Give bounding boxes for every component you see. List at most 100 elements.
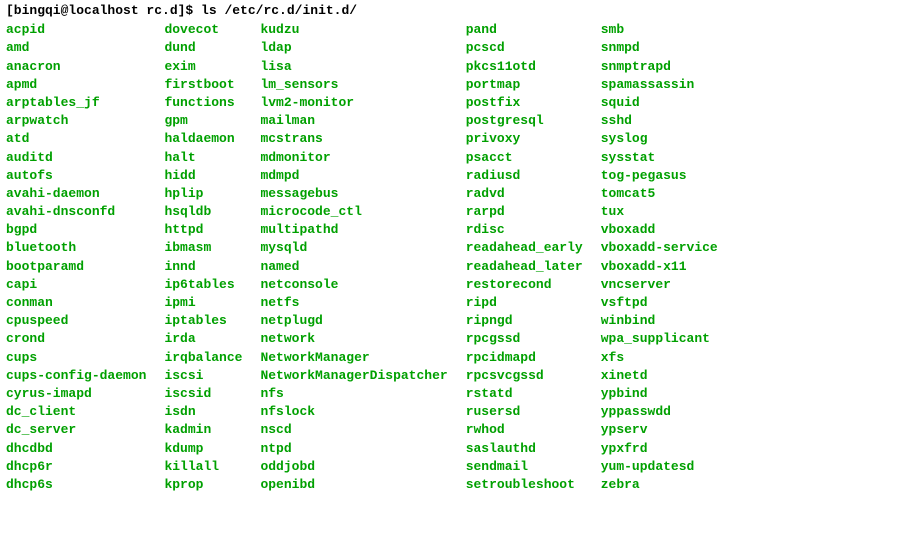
- listing-entry: vsftpd: [601, 294, 718, 312]
- listing-entry: radvd: [466, 185, 583, 203]
- listing-entry: xfs: [601, 349, 718, 367]
- listing-entry: rarpd: [466, 203, 583, 221]
- listing-entry: ypserv: [601, 421, 718, 439]
- listing-entry: ip6tables: [164, 276, 242, 294]
- listing-entry: amd: [6, 39, 146, 57]
- listing-entry: mcstrans: [260, 130, 447, 148]
- listing-entry: NetworkManager: [260, 349, 447, 367]
- listing-entry: yum-updatesd: [601, 458, 718, 476]
- listing-entry: messagebus: [260, 185, 447, 203]
- listing-entry: dovecot: [164, 21, 242, 39]
- listing-entry: syslog: [601, 130, 718, 148]
- listing-entry: yppasswdd: [601, 403, 718, 421]
- listing-entry: isdn: [164, 403, 242, 421]
- listing-entry: rstatd: [466, 385, 583, 403]
- listing-entry: microcode_ctl: [260, 203, 447, 221]
- listing-column: pandpcscdpkcs11otdportmappostfixpostgres…: [466, 21, 583, 494]
- listing-entry: ypxfrd: [601, 440, 718, 458]
- listing-entry: openibd: [260, 476, 447, 494]
- listing-entry: spamassassin: [601, 76, 718, 94]
- shell-command: ls /etc/rc.d/init.d/: [201, 3, 357, 18]
- listing-entry: rpcidmapd: [466, 349, 583, 367]
- listing-entry: dc_server: [6, 421, 146, 439]
- listing-entry: ripd: [466, 294, 583, 312]
- listing-entry: lm_sensors: [260, 76, 447, 94]
- listing-entry: snmpd: [601, 39, 718, 57]
- listing-entry: pcscd: [466, 39, 583, 57]
- listing-entry: bootparamd: [6, 258, 146, 276]
- listing-entry: avahi-dnsconfd: [6, 203, 146, 221]
- listing-entry: rpcgssd: [466, 330, 583, 348]
- listing-entry: crond: [6, 330, 146, 348]
- listing-entry: saslauthd: [466, 440, 583, 458]
- listing-entry: irda: [164, 330, 242, 348]
- listing-entry: pkcs11otd: [466, 58, 583, 76]
- listing-entry: firstboot: [164, 76, 242, 94]
- listing-entry: hplip: [164, 185, 242, 203]
- listing-entry: tog-pegasus: [601, 167, 718, 185]
- listing-entry: hsqldb: [164, 203, 242, 221]
- shell-prompt: [bingqi@localhost rc.d]$: [6, 3, 201, 18]
- listing-entry: pand: [466, 21, 583, 39]
- listing-entry: setroubleshoot: [466, 476, 583, 494]
- listing-entry: lvm2-monitor: [260, 94, 447, 112]
- shell-prompt-line: [bingqi@localhost rc.d]$ ls /etc/rc.d/in…: [6, 2, 908, 20]
- listing-entry: dund: [164, 39, 242, 57]
- listing-entry: bgpd: [6, 221, 146, 239]
- listing-entry: netplugd: [260, 312, 447, 330]
- listing-entry: kadmin: [164, 421, 242, 439]
- listing-entry: dhcdbd: [6, 440, 146, 458]
- listing-entry: mdmonitor: [260, 149, 447, 167]
- listing-entry: innd: [164, 258, 242, 276]
- listing-entry: kdump: [164, 440, 242, 458]
- listing-entry: acpid: [6, 21, 146, 39]
- directory-listing: acpidamdanacronapmdarptables_jfarpwatcha…: [6, 21, 908, 494]
- listing-entry: autofs: [6, 167, 146, 185]
- listing-entry: dhcp6r: [6, 458, 146, 476]
- listing-entry: killall: [164, 458, 242, 476]
- listing-entry: atd: [6, 130, 146, 148]
- listing-entry: readahead_later: [466, 258, 583, 276]
- listing-column: dovecotdundeximfirstbootfunctionsgpmhald…: [164, 21, 242, 494]
- listing-entry: readahead_early: [466, 239, 583, 257]
- listing-entry: nscd: [260, 421, 447, 439]
- listing-entry: rusersd: [466, 403, 583, 421]
- listing-entry: smb: [601, 21, 718, 39]
- listing-entry: irqbalance: [164, 349, 242, 367]
- listing-entry: sshd: [601, 112, 718, 130]
- listing-entry: iscsid: [164, 385, 242, 403]
- listing-entry: capi: [6, 276, 146, 294]
- listing-entry: named: [260, 258, 447, 276]
- listing-entry: xinetd: [601, 367, 718, 385]
- listing-column: kudzuldaplisalm_sensorslvm2-monitormailm…: [260, 21, 447, 494]
- listing-entry: netfs: [260, 294, 447, 312]
- listing-entry: arpwatch: [6, 112, 146, 130]
- listing-entry: arptables_jf: [6, 94, 146, 112]
- listing-entry: anacron: [6, 58, 146, 76]
- listing-entry: squid: [601, 94, 718, 112]
- listing-entry: functions: [164, 94, 242, 112]
- listing-entry: sendmail: [466, 458, 583, 476]
- listing-entry: dc_client: [6, 403, 146, 421]
- listing-entry: cyrus-imapd: [6, 385, 146, 403]
- listing-entry: tomcat5: [601, 185, 718, 203]
- listing-entry: postgresql: [466, 112, 583, 130]
- listing-entry: portmap: [466, 76, 583, 94]
- listing-entry: psacct: [466, 149, 583, 167]
- listing-entry: netconsole: [260, 276, 447, 294]
- listing-entry: gpm: [164, 112, 242, 130]
- listing-entry: network: [260, 330, 447, 348]
- listing-entry: avahi-daemon: [6, 185, 146, 203]
- listing-entry: vncserver: [601, 276, 718, 294]
- listing-entry: ibmasm: [164, 239, 242, 257]
- listing-entry: restorecond: [466, 276, 583, 294]
- listing-entry: httpd: [164, 221, 242, 239]
- listing-entry: cups: [6, 349, 146, 367]
- listing-entry: cups-config-daemon: [6, 367, 146, 385]
- listing-entry: lisa: [260, 58, 447, 76]
- listing-entry: rwhod: [466, 421, 583, 439]
- listing-entry: apmd: [6, 76, 146, 94]
- listing-entry: wpa_supplicant: [601, 330, 718, 348]
- listing-column: acpidamdanacronapmdarptables_jfarpwatcha…: [6, 21, 146, 494]
- listing-entry: hidd: [164, 167, 242, 185]
